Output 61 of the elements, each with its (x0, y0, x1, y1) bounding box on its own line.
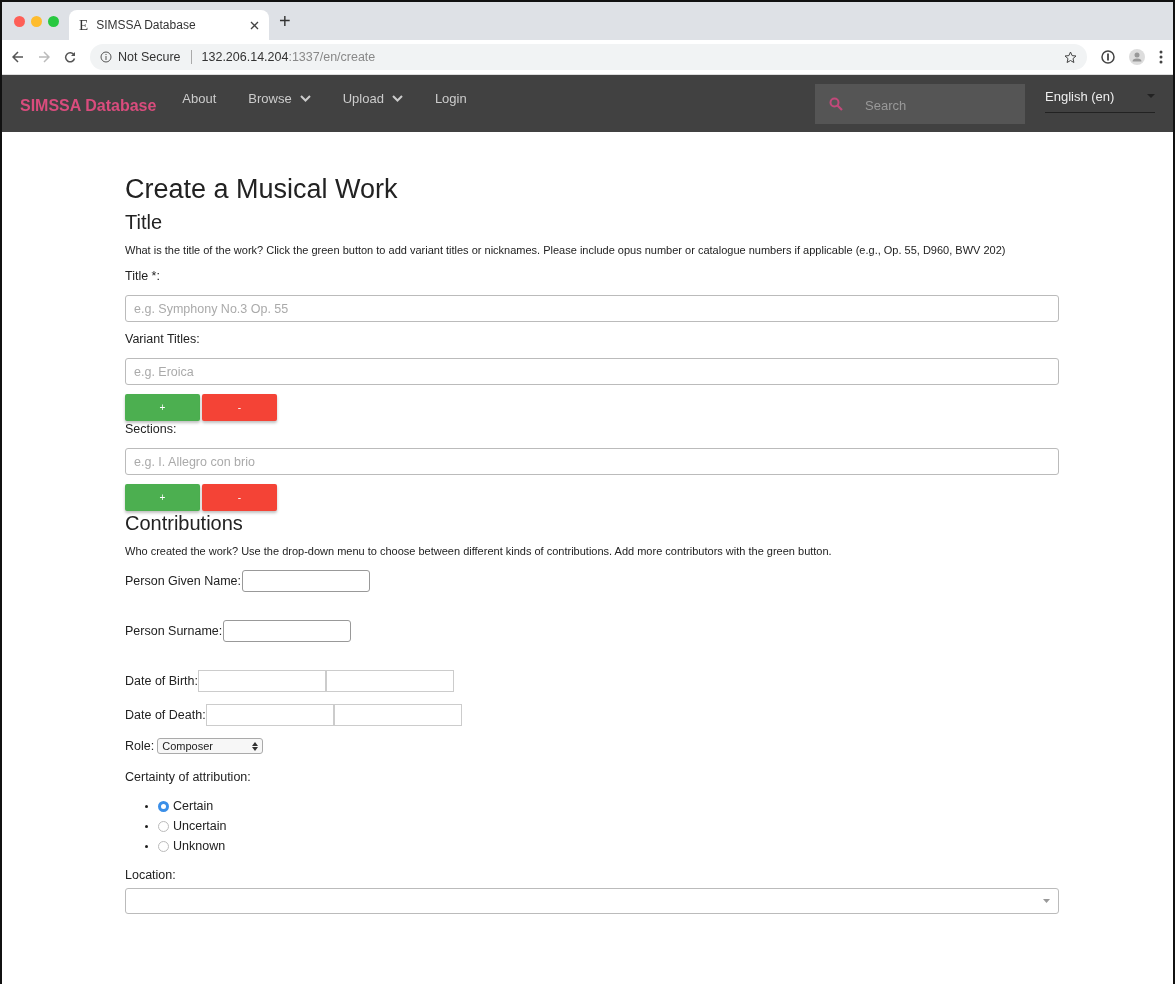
bullet-dot (145, 804, 148, 808)
close-light[interactable] (14, 15, 25, 27)
remove-button[interactable]: - (202, 484, 277, 511)
help-text: Who created the work? Use the drop-down menu to choose between different kinds of contributions. Add more contributors with the green button. (125, 544, 833, 559)
radio-button[interactable] (158, 800, 169, 812)
date-field[interactable] (333, 704, 462, 726)
caret-icon (1043, 899, 1050, 903)
address-bar[interactable]: Not Secure 132.206.14.204:1337/en/create (90, 44, 1087, 70)
field-label: Person Surname: (125, 624, 223, 638)
help-text: What is the title of the work? Click the green button to add variant titles or nicknames. Please include opus number or catalogue numbers if applicable (e.g., Op. 55, D960, BWV 202) (125, 243, 1007, 258)
nav-link[interactable]: Login (434, 91, 467, 106)
section-heading: Contributions (125, 512, 244, 535)
menu-icon[interactable] (1159, 50, 1163, 64)
field-label: Certainty of attribution: (125, 770, 252, 784)
nav-link[interactable]: About (182, 91, 217, 106)
close-icon[interactable] (250, 20, 259, 30)
text-field[interactable] (223, 620, 352, 642)
role-select[interactable]: Composer (157, 738, 264, 754)
text-field[interactable]: e.g. I. Allegro con brio (125, 448, 1059, 475)
chevron-down-icon (299, 95, 311, 102)
browser-tab[interactable]: E SIMSSA Database (69, 10, 269, 40)
nav-link[interactable]: Browse (248, 91, 311, 106)
date-field[interactable] (325, 670, 454, 692)
info-icon (100, 51, 112, 63)
updown-icon (252, 741, 259, 751)
forward-icon[interactable] (38, 51, 50, 63)
field-label: Title *: (125, 269, 161, 283)
search-field[interactable]: Search (815, 83, 1025, 124)
minimize-light[interactable] (31, 15, 42, 27)
page-title: Create a Musical Work (125, 174, 399, 205)
extension-icon[interactable] (1101, 50, 1115, 64)
section-heading: Title (125, 211, 164, 234)
field-label: Person Given Name: (125, 574, 242, 588)
date-field[interactable] (205, 704, 334, 726)
radio-label: Uncertain (173, 819, 227, 833)
star-icon[interactable] (1064, 50, 1077, 64)
radio-label: Certain (173, 799, 214, 813)
new-tab-button[interactable]: + (279, 9, 291, 33)
text-field[interactable] (242, 570, 371, 592)
back-icon[interactable] (12, 51, 24, 63)
remove-button[interactable]: - (202, 394, 277, 421)
text-field[interactable]: e.g. Eroica (125, 358, 1059, 385)
field-label: Location: (125, 868, 177, 882)
field-label: Role: (125, 739, 155, 753)
field-label: Sections: (125, 422, 178, 436)
reload-icon[interactable] (64, 51, 76, 63)
date-field[interactable] (197, 670, 326, 692)
chevron-down-icon (391, 95, 403, 102)
search-icon (829, 96, 843, 111)
field-label: Date of Birth: (125, 674, 198, 688)
text-field[interactable]: e.g. Symphony No.3 Op. 55 (125, 295, 1059, 322)
zoom-light[interactable] (48, 15, 59, 27)
bullet-dot (145, 824, 148, 828)
field-label: Variant Titles: (125, 332, 201, 346)
language-select[interactable]: English (en) (1045, 82, 1155, 113)
location-select[interactable] (125, 888, 1059, 914)
field-label: Date of Death: (125, 708, 206, 722)
bullet-dot (145, 844, 148, 848)
radio-label: Unknown (173, 839, 226, 853)
nav-link[interactable]: Upload (342, 91, 403, 106)
profile-icon[interactable] (1129, 49, 1145, 65)
